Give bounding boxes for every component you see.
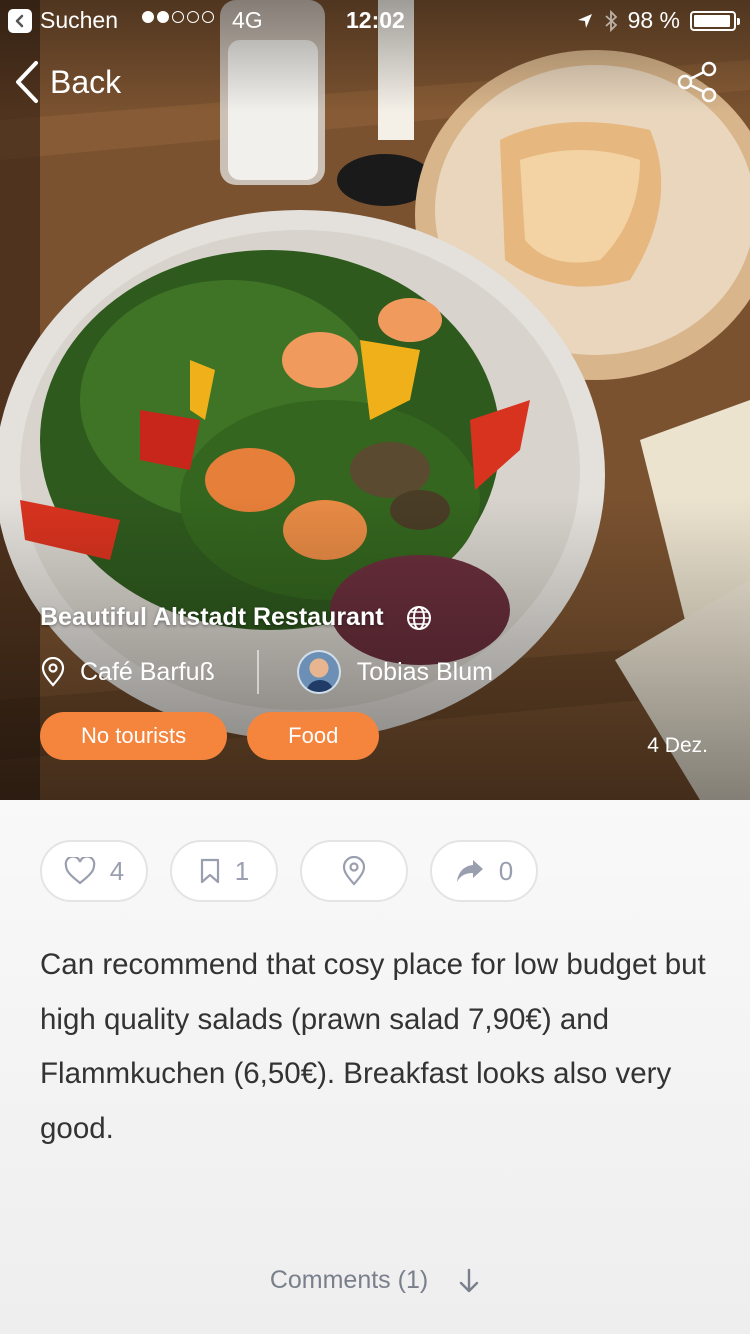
heart-icon	[64, 857, 96, 885]
share-arrow-icon	[456, 860, 483, 882]
share-post-button[interactable]: 0	[430, 840, 538, 902]
share-icon	[677, 61, 717, 103]
battery-percent: 98 %	[627, 7, 680, 33]
battery-icon	[690, 10, 740, 31]
comments-toggle[interactable]: Comments (1)	[0, 1266, 750, 1295]
location-arrow-icon	[577, 13, 592, 28]
location-button[interactable]	[300, 840, 408, 902]
tag-no-tourists[interactable]: No tourists	[40, 712, 228, 760]
bluetooth-icon	[604, 9, 617, 32]
chevron-left-icon	[16, 61, 38, 103]
post-title: Beautiful Altstadt Restaurant	[40, 603, 384, 631]
back-button[interactable]: Back	[14, 60, 121, 104]
tag-food[interactable]: Food	[247, 712, 380, 760]
share-button[interactable]	[676, 60, 720, 104]
bookmark-button[interactable]: 1	[170, 840, 278, 902]
like-button[interactable]: 4	[40, 840, 148, 902]
post-date: 4 Dez.	[647, 734, 708, 757]
like-count: 4	[109, 855, 125, 886]
back-app-label: Suchen	[40, 7, 119, 33]
status-bar: Suchen 4G 12:02 98 %	[0, 0, 750, 40]
avatar	[296, 650, 341, 694]
bookmark-icon	[200, 858, 219, 884]
post-meta: Café Barfuß Tobias Blum	[40, 650, 493, 694]
clock: 12:02	[346, 7, 405, 33]
place-name: Café Barfuß	[80, 657, 215, 686]
location-pin-icon	[41, 657, 65, 687]
globe-icon	[406, 605, 431, 630]
status-right: 98 %	[576, 7, 740, 34]
post-description: Can recommend that cosy place for low bu…	[40, 948, 706, 1145]
back-to-app[interactable]: Suchen	[8, 7, 118, 34]
post-title-row: Beautiful Altstadt Restaurant	[40, 603, 432, 632]
arrow-down-icon	[459, 1268, 479, 1292]
meta-divider	[256, 650, 259, 694]
network-type: 4G	[232, 7, 263, 33]
back-app-icon	[8, 8, 32, 33]
action-bar: 4 1 0	[40, 840, 538, 902]
author-name: Tobias Blum	[356, 657, 493, 686]
comments-label: Comments (1)	[269, 1266, 429, 1294]
back-label: Back	[50, 63, 122, 100]
bookmark-count: 1	[234, 855, 250, 886]
place-link[interactable]: Café Barfuß	[40, 657, 215, 687]
share-count: 0	[498, 855, 514, 886]
post-content: 4 1 0 Can recommend that cosy place for …	[0, 800, 750, 1334]
tag-list: No tourists Food	[40, 712, 380, 760]
author-link[interactable]: Tobias Blum	[296, 650, 493, 694]
signal-strength	[142, 11, 214, 23]
location-pin-icon	[342, 856, 366, 886]
